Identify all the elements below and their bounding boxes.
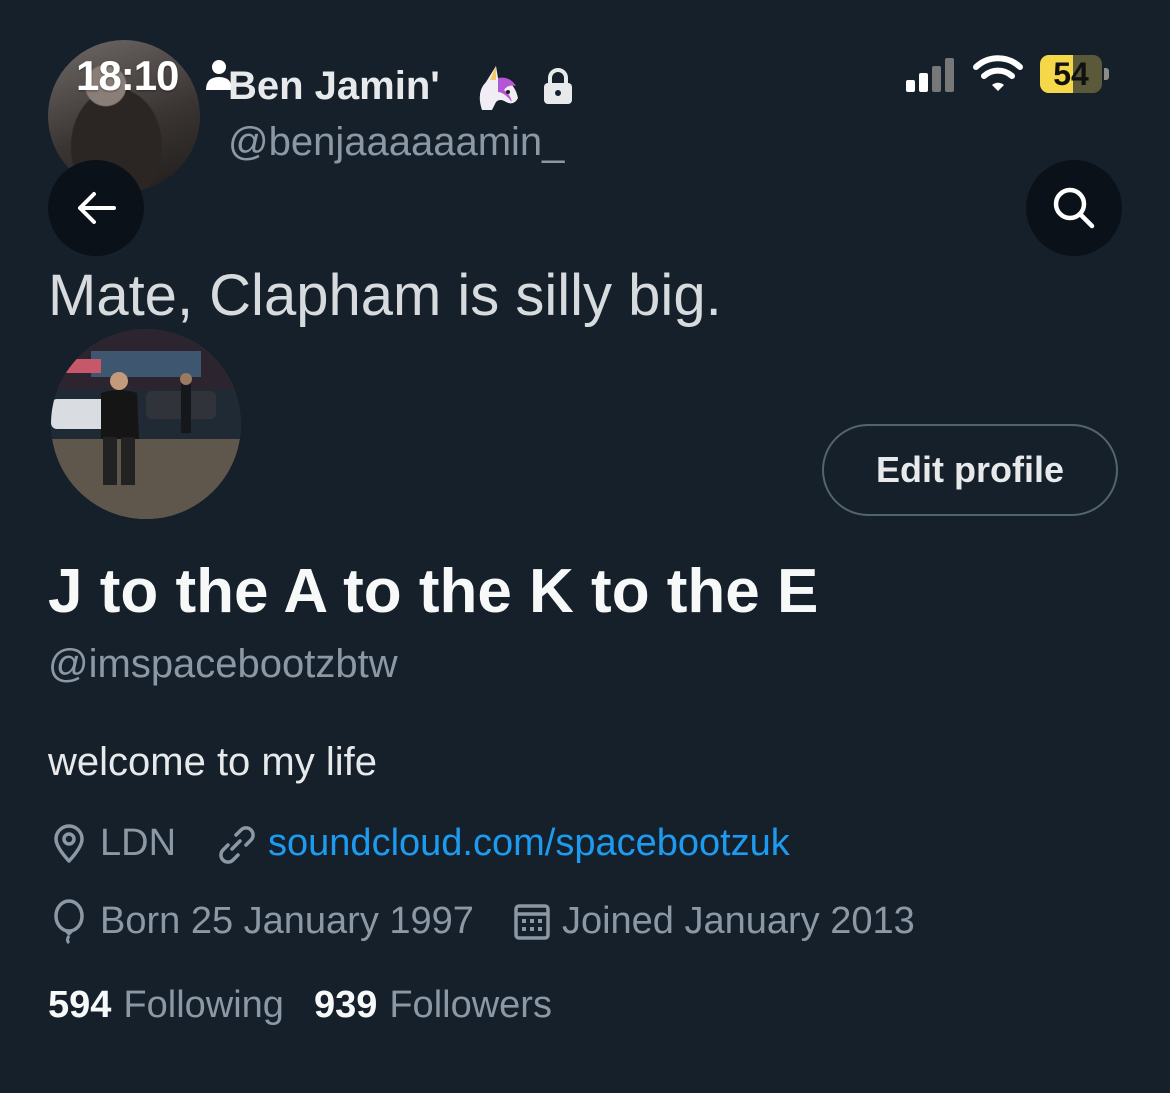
unicorn-icon [479, 66, 518, 110]
website-item[interactable]: soundcloud.com/spacebootzuk [214, 822, 790, 865]
wifi-icon [973, 55, 1023, 91]
location-pin-icon [54, 823, 84, 863]
location-item: LDN [48, 822, 176, 865]
follow-stats: 594 Following 939 Followers [48, 984, 552, 1027]
joined-text: Joined January 2013 [561, 899, 915, 942]
followers-link[interactable]: 939 Followers [314, 984, 552, 1027]
lock-icon [544, 68, 572, 104]
following-link[interactable]: 594 Following [48, 984, 284, 1027]
search-button[interactable] [1026, 160, 1122, 256]
profile-handle: @imspacebootzbtw [48, 642, 398, 686]
birthday-text: Born 25 January 1997 [100, 899, 474, 942]
profile-meta-row: LDN soundcloud.com/spacebootzuk [48, 822, 790, 865]
joined-item: Joined January 2013 [512, 900, 915, 943]
website-link[interactable]: soundcloud.com/spacebootzuk [268, 822, 790, 865]
following-count: 594 [48, 984, 112, 1026]
header-handle: @benjaaaaaamin_ [228, 120, 565, 164]
location-text: LDN [100, 822, 177, 864]
status-time: 18:10 [76, 52, 179, 99]
display-name: J to the A to the K to the E [48, 557, 819, 626]
cellular-signal-icon [906, 58, 954, 92]
profile-meta-row: Born 25 January 1997 Joined January 2013 [48, 898, 915, 944]
followers-label: Followers [389, 984, 552, 1026]
profile-avatar[interactable] [48, 326, 244, 522]
search-icon [1053, 187, 1095, 229]
back-button[interactable] [48, 160, 144, 256]
calendar-icon [514, 904, 550, 940]
arrow-left-icon [78, 192, 116, 224]
profile-bio: welcome to my life [48, 740, 377, 784]
balloon-icon [54, 899, 84, 944]
link-icon [219, 825, 255, 864]
edit-profile-button[interactable]: Edit profile [822, 424, 1118, 516]
battery-indicator: 54 [1040, 55, 1110, 93]
avatar-photo [51, 329, 241, 519]
following-label: Following [123, 984, 284, 1026]
followers-count: 939 [313, 984, 378, 1026]
header-name: Ben Jamin' [228, 64, 440, 108]
banner-text: Mate, Clapham is silly big. [48, 263, 722, 328]
birthday-item: Born 25 January 1997 [48, 898, 474, 944]
battery-level: 54 [1053, 56, 1089, 92]
